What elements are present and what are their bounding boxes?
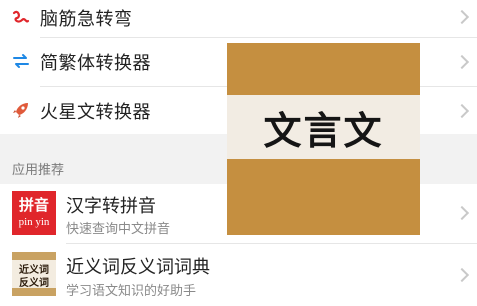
chevron-right-icon bbox=[454, 103, 470, 119]
chevron-right-icon bbox=[454, 205, 470, 221]
app-subtitle: 学习语文知识的好助手 bbox=[66, 284, 197, 299]
tool-label: 火星文转换器 bbox=[40, 102, 151, 123]
rocket-icon bbox=[12, 101, 30, 119]
thumb-text: 反义词 bbox=[19, 278, 49, 289]
tool-label: 简繁体转换器 bbox=[40, 53, 151, 74]
chevron-right-icon bbox=[454, 54, 470, 70]
section-title: 应用推荐 bbox=[12, 163, 65, 178]
chevron-right-icon bbox=[454, 267, 470, 283]
dictionary-app-icon: 近义词 反义词 bbox=[12, 252, 56, 296]
app-title: 近义词反义词词典 bbox=[66, 257, 210, 278]
swap-arrows-icon bbox=[12, 52, 30, 70]
squiggle-icon bbox=[12, 9, 30, 27]
classical-chinese-app-icon[interactable]: 文言文 bbox=[227, 43, 420, 235]
app-row-synonym-dictionary[interactable]: 近义词 反义词 近义词反义词词典 学习语文知识的好助手 bbox=[0, 244, 477, 306]
chevron-right-icon bbox=[454, 9, 470, 25]
app-title: 汉字转拼音 bbox=[66, 196, 156, 217]
app-subtitle: 快速查询中文拼音 bbox=[66, 222, 171, 237]
thumb-text: 拼音 bbox=[18, 196, 49, 214]
tool-label: 脑筋急转弯 bbox=[40, 9, 133, 30]
thumb-text: pin yin bbox=[18, 216, 50, 228]
overlay-text: 文言文 bbox=[263, 107, 384, 153]
pinyin-app-icon: 拼音 pin yin bbox=[12, 191, 56, 235]
tool-row-brain-teaser[interactable]: 脑筋急转弯 bbox=[0, 0, 477, 36]
